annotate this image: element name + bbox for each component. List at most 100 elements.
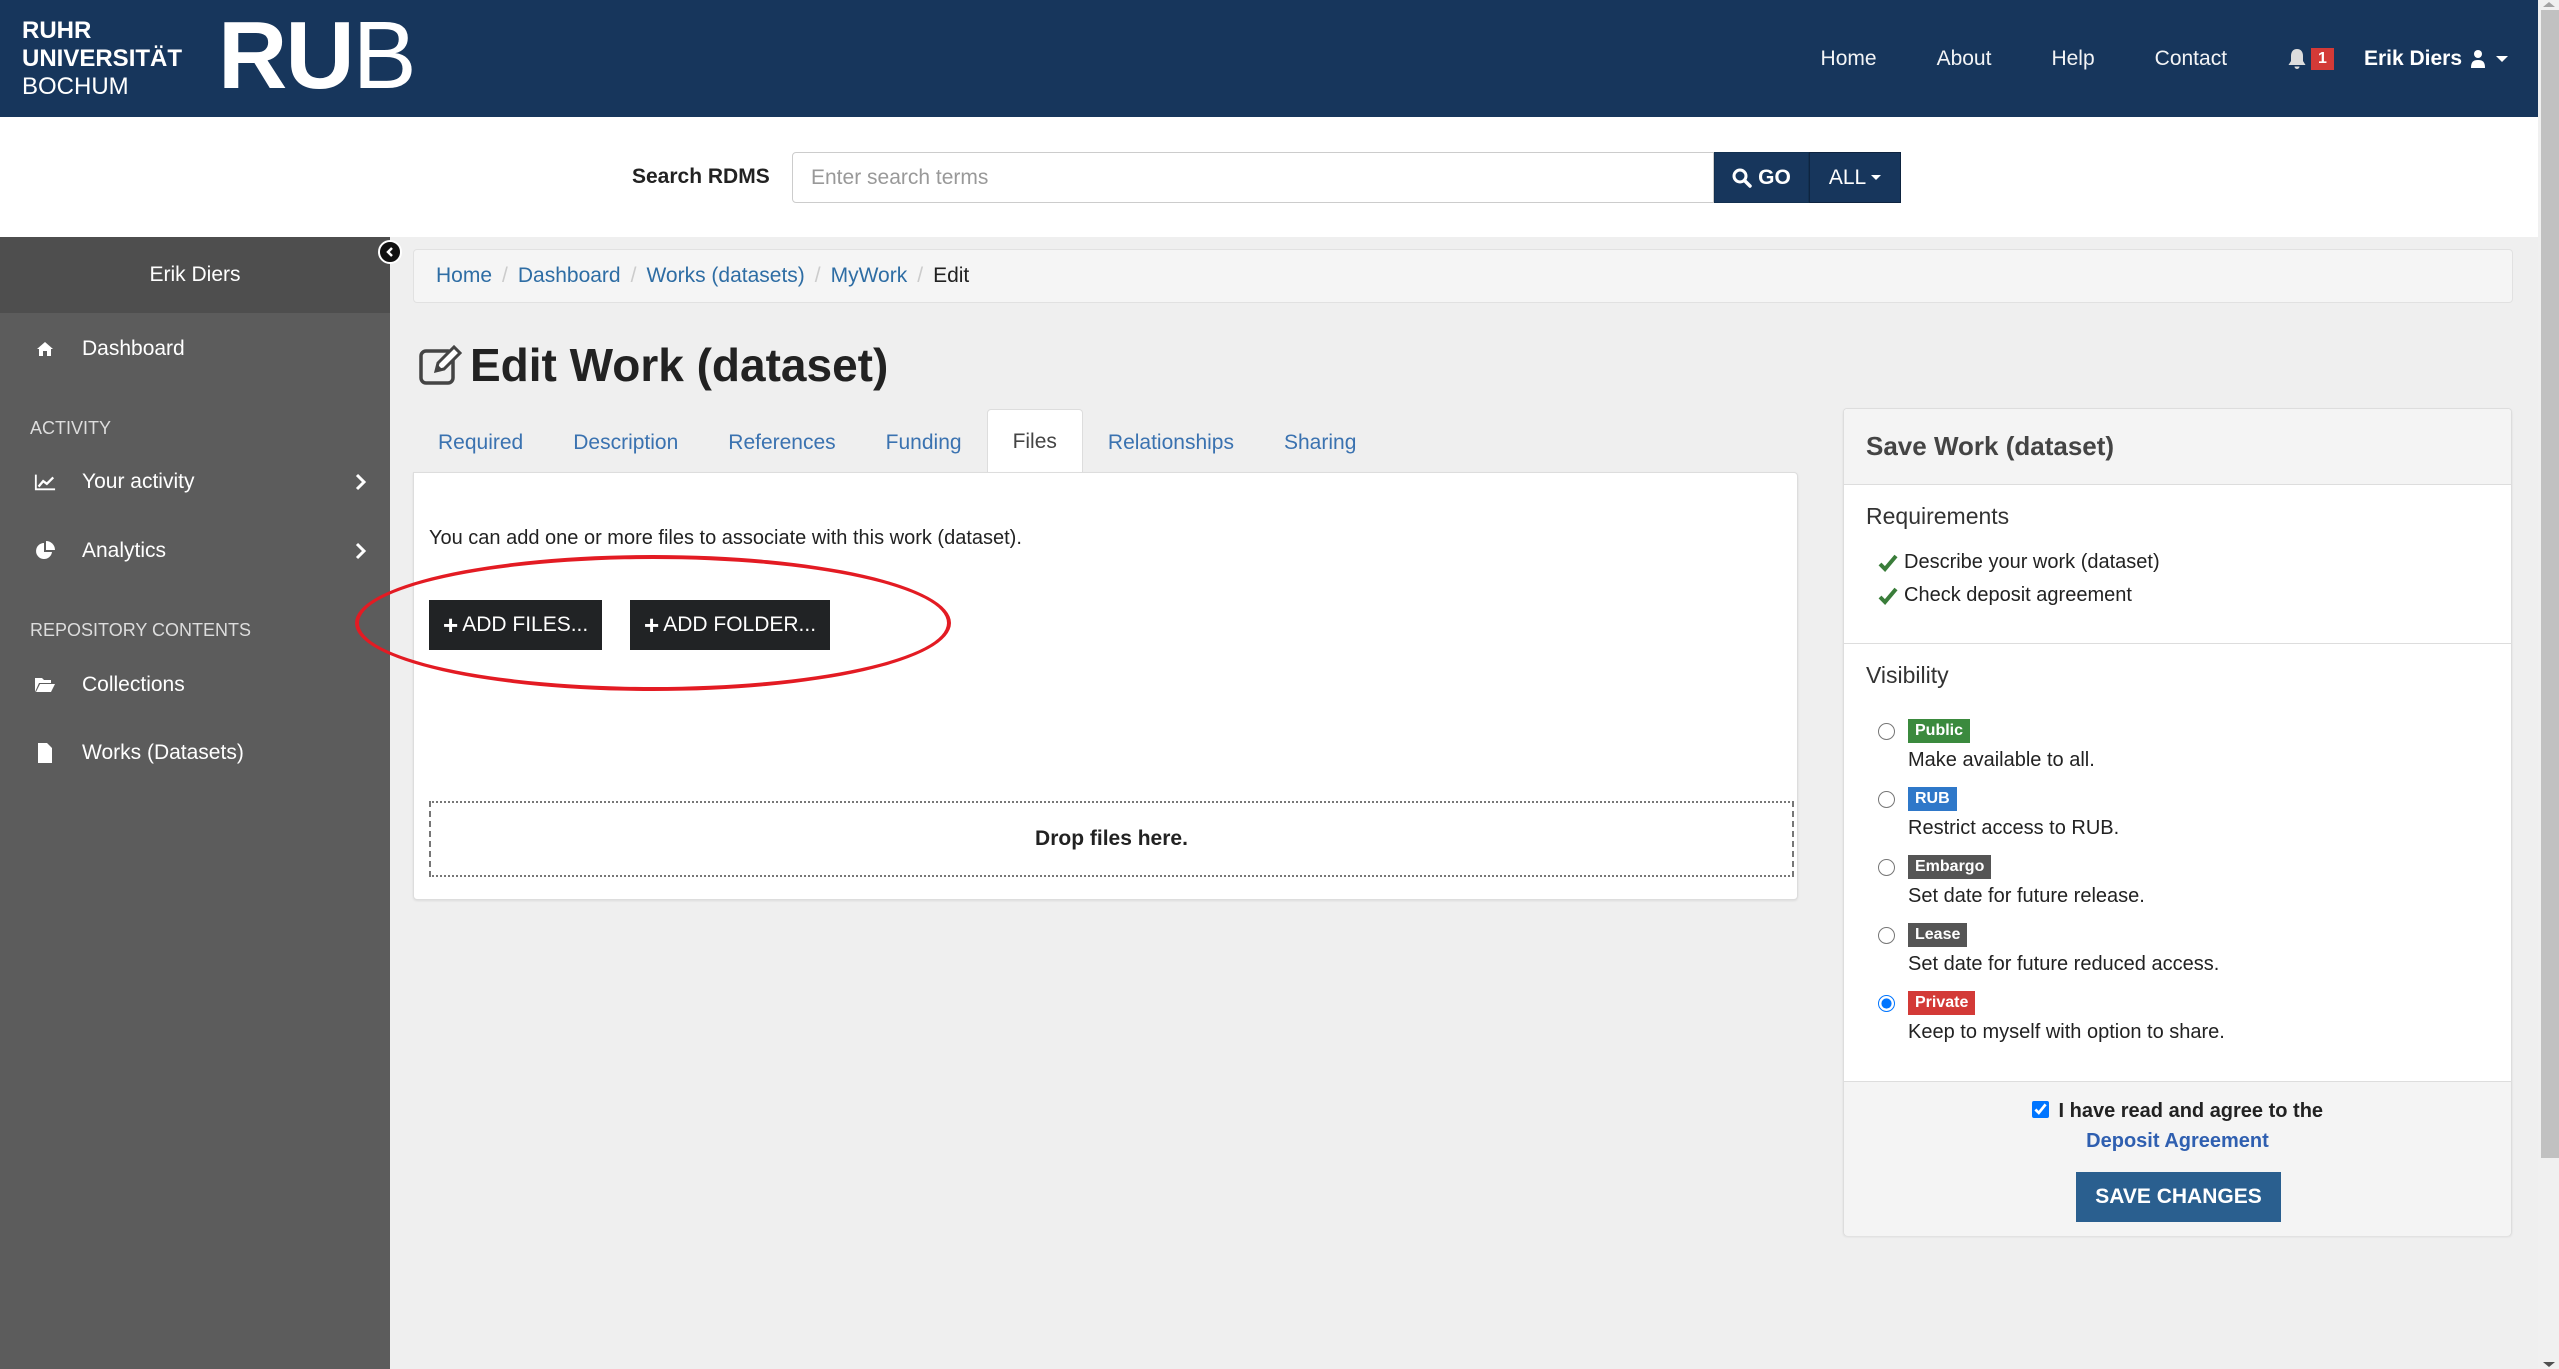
sidebar-item-your-activity[interactable]: Your activity bbox=[0, 457, 390, 507]
page-title-text: Edit Work (dataset) bbox=[470, 339, 889, 391]
nav-link-home[interactable]: Home bbox=[1821, 47, 1877, 71]
dropzone-text: Drop files here. bbox=[1035, 827, 1188, 850]
nav-link-contact[interactable]: Contact bbox=[2155, 47, 2227, 71]
visibility-radio[interactable] bbox=[1878, 859, 1895, 876]
search-label: Search RDMS bbox=[632, 165, 770, 188]
visibility-badge: Lease bbox=[1908, 923, 1968, 947]
plus-icon: + bbox=[644, 610, 660, 640]
breadcrumb-works[interactable]: Works (datasets) bbox=[646, 264, 804, 288]
tab-required[interactable]: Required bbox=[413, 409, 548, 472]
folder-open-icon bbox=[34, 674, 56, 696]
deposit-agreement-checkbox[interactable] bbox=[2031, 1101, 2049, 1118]
notification-count-badge: 1 bbox=[2311, 47, 2334, 70]
search-icon bbox=[1732, 168, 1752, 188]
nav-link-help[interactable]: Help bbox=[2051, 47, 2094, 71]
sidebar-item-label: Works (Datasets) bbox=[82, 741, 244, 764]
visibility-description: Set date for future release. bbox=[1908, 885, 2145, 907]
university-logo-text[interactable]: RUHR UNIVERSITÄT BOCHUM bbox=[22, 17, 182, 101]
breadcrumb-separator: / bbox=[630, 264, 637, 287]
save-work-panel: Save Work (dataset) Requirements Describ… bbox=[1843, 408, 2512, 1236]
save-changes-button[interactable]: SAVE CHANGES bbox=[2076, 1172, 2281, 1222]
user-menu-toggle[interactable]: Erik Diers bbox=[2364, 47, 2508, 71]
notifications-button[interactable]: 1 bbox=[2287, 47, 2334, 70]
work-form-tabs: Required Description References Funding … bbox=[413, 409, 1381, 473]
logo-line-3: BOCHUM bbox=[22, 73, 129, 100]
requirement-text: Check deposit agreement bbox=[1904, 584, 2132, 606]
files-help-text: You can add one or more files to associa… bbox=[429, 527, 1022, 549]
tab-references[interactable]: References bbox=[703, 409, 860, 472]
logo-mark-bold: RU bbox=[218, 2, 355, 109]
rub-logo-mark[interactable]: RUB bbox=[218, 6, 417, 106]
breadcrumb-separator: / bbox=[917, 264, 924, 287]
line-chart-icon bbox=[34, 471, 56, 493]
visibility-radio[interactable] bbox=[1878, 927, 1895, 944]
add-folder-label: ADD FOLDER... bbox=[663, 613, 817, 636]
bell-icon bbox=[2288, 48, 2306, 69]
page-title: Edit Work (dataset) bbox=[418, 338, 888, 392]
agreement-text: I have read and agree to the bbox=[2058, 1100, 2324, 1122]
sidebar-section-activity: ACTIVITY bbox=[30, 418, 112, 438]
sidebar-item-label: Collections bbox=[82, 673, 185, 696]
scope-label: ALL bbox=[1828, 165, 1867, 189]
requirement-item: Describe your work (dataset) bbox=[1878, 551, 2160, 574]
tab-relationships[interactable]: Relationships bbox=[1083, 409, 1259, 472]
requirements-heading: Requirements bbox=[1866, 503, 2010, 529]
plus-icon: + bbox=[443, 610, 459, 640]
breadcrumb-dashboard[interactable]: Dashboard bbox=[518, 264, 621, 288]
sidebar-item-label: Dashboard bbox=[82, 337, 185, 360]
visibility-description: Set date for future reduced access. bbox=[1908, 953, 2220, 975]
chevron-down-icon bbox=[1871, 175, 1882, 180]
file-dropzone[interactable]: Drop files here. bbox=[429, 801, 1794, 877]
add-folder-button[interactable]: + ADD FOLDER... bbox=[630, 600, 831, 650]
visibility-radio[interactable] bbox=[1878, 723, 1895, 740]
scroll-up-arrow-icon[interactable] bbox=[2543, 2, 2555, 7]
visibility-heading: Visibility bbox=[1866, 662, 1949, 688]
tab-description[interactable]: Description bbox=[548, 409, 703, 472]
nav-links: Home About Help Contact 1 Erik Diers bbox=[1761, 0, 2508, 117]
deposit-agreement-row: I have read and agree to the bbox=[1844, 1100, 2511, 1123]
tab-sharing[interactable]: Sharing bbox=[1259, 409, 1381, 472]
scrollbar-thumb[interactable] bbox=[2541, 10, 2559, 1158]
page-scrollbar[interactable] bbox=[2538, 0, 2559, 1369]
visibility-radio[interactable] bbox=[1878, 995, 1895, 1012]
file-icon bbox=[34, 742, 56, 764]
panel-divider bbox=[1844, 643, 2511, 644]
visibility-radio[interactable] bbox=[1878, 791, 1895, 808]
tab-funding[interactable]: Funding bbox=[861, 409, 987, 472]
go-label: GO bbox=[1758, 165, 1791, 189]
deposit-agreement-link[interactable]: Deposit Agreement bbox=[1844, 1130, 2511, 1153]
visibility-badge: Public bbox=[1908, 719, 1971, 743]
chevron-down-icon bbox=[2496, 55, 2508, 62]
logo-line-1: RUHR bbox=[22, 17, 92, 44]
sidebar-item-label: Analytics bbox=[82, 539, 167, 562]
breadcrumb-mywork[interactable]: MyWork bbox=[831, 264, 908, 288]
requirement-item: Check deposit agreement bbox=[1878, 584, 2132, 607]
logo-line-2: UNIVERSITÄT bbox=[22, 45, 183, 72]
check-icon bbox=[1878, 587, 1898, 605]
sidebar-item-collections[interactable]: Collections bbox=[0, 660, 390, 710]
pie-chart-icon bbox=[34, 540, 56, 562]
sidebar: Erik Diers Dashboard ACTIVITY Your activ… bbox=[0, 237, 390, 1369]
sidebar-collapse-button[interactable] bbox=[378, 240, 402, 264]
save-panel-title: Save Work (dataset) bbox=[1844, 409, 2511, 485]
nav-link-about[interactable]: About bbox=[1937, 47, 1992, 71]
scroll-down-arrow-icon[interactable] bbox=[2543, 1362, 2555, 1367]
search-input[interactable] bbox=[792, 152, 1714, 203]
chevron-right-icon bbox=[355, 542, 367, 560]
sidebar-item-analytics[interactable]: Analytics bbox=[0, 526, 390, 576]
visibility-badge: RUB bbox=[1908, 787, 1957, 811]
sidebar-item-label: Your activity bbox=[82, 470, 195, 493]
breadcrumb-home[interactable]: Home bbox=[436, 264, 492, 288]
search-bar: Search RDMS GO ALL bbox=[0, 117, 2538, 237]
logo-mark-light: B bbox=[352, 2, 417, 109]
search-scope-dropdown[interactable]: ALL bbox=[1809, 152, 1901, 203]
search-go-button[interactable]: GO bbox=[1714, 152, 1809, 203]
sidebar-user-name: Erik Diers bbox=[0, 237, 390, 313]
sidebar-item-dashboard[interactable]: Dashboard bbox=[0, 324, 390, 374]
breadcrumb-current: Edit bbox=[933, 264, 970, 287]
add-files-button[interactable]: + ADD FILES... bbox=[429, 600, 603, 650]
sidebar-item-works-datasets[interactable]: Works (Datasets) bbox=[0, 728, 390, 778]
files-panel: You can add one or more files to associa… bbox=[413, 472, 1798, 900]
tab-files[interactable]: Files bbox=[986, 409, 1083, 473]
visibility-description: Restrict access to RUB. bbox=[1908, 817, 2120, 839]
